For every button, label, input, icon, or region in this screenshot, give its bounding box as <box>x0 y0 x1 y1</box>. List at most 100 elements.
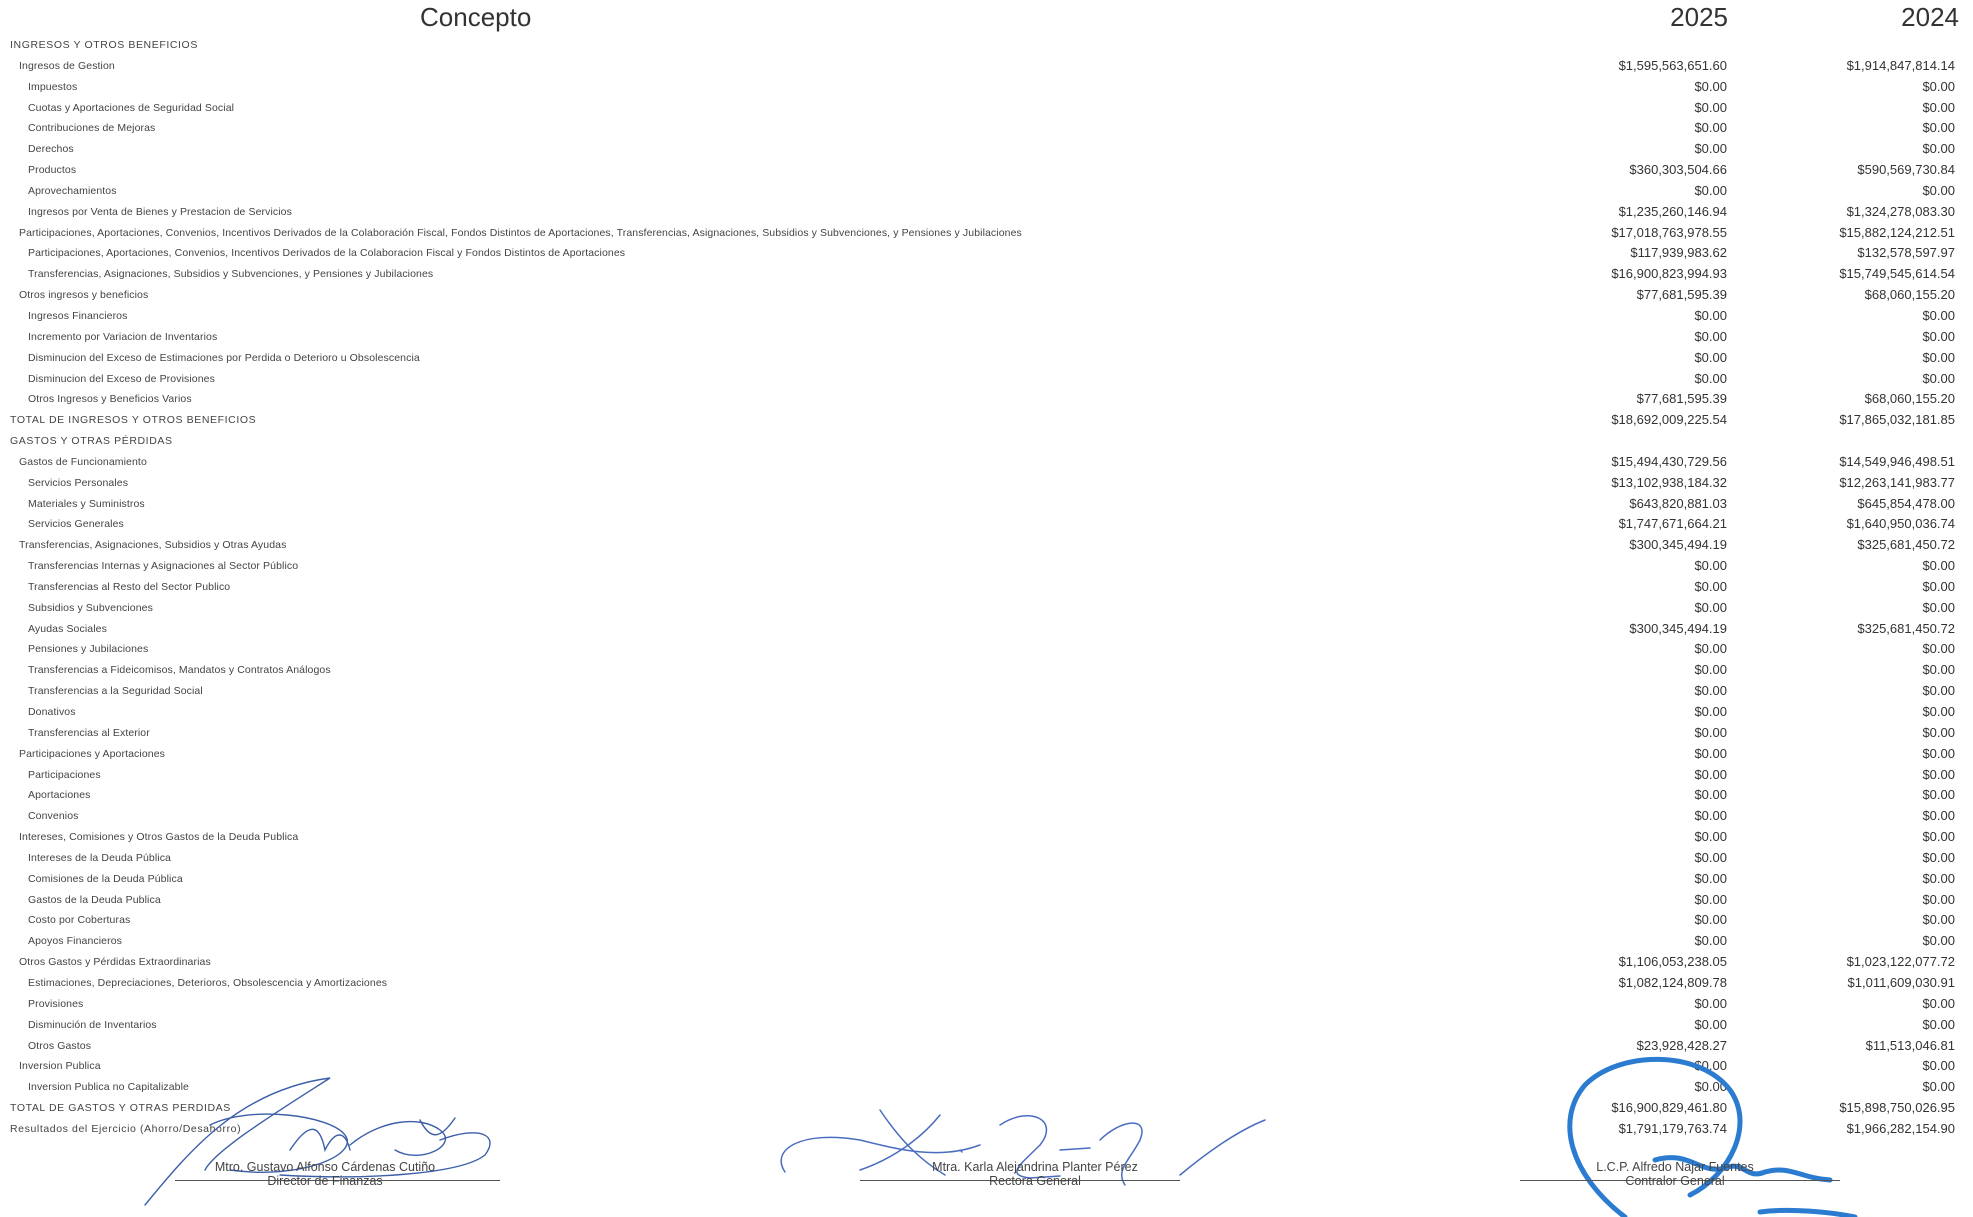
statement-row: Participaciones y Aportaciones $0.00 $0.00 <box>0 745 1973 766</box>
concept-label: Otros Gastos <box>28 1039 92 1052</box>
amount-2024: $0.00 <box>1922 307 1955 323</box>
amount-2025: $0.00 <box>1694 662 1727 678</box>
signatory-title: Director de Finanzas <box>267 1174 383 1188</box>
statement-row: Disminución de Inventarios $0.00 $0.00 <box>0 1016 1973 1037</box>
amount-2025: $0.00 <box>1694 870 1727 886</box>
concept-label: Ingresos por Venta de Bienes y Prestacio… <box>28 205 292 218</box>
amount-2024: $325,681,450.72 <box>1857 537 1955 553</box>
amount-2024: $0.00 <box>1922 683 1955 699</box>
concept-label: TOTAL DE GASTOS Y OTRAS PERDIDAS <box>10 1102 231 1115</box>
concept-label: Materiales y Suministros <box>28 497 145 510</box>
statement-row: Convenios $0.00 $0.00 <box>0 807 1973 828</box>
amount-2024: $1,640,950,036.74 <box>1846 516 1955 532</box>
concept-label: Transferencias a Fideicomisos, Mandatos … <box>28 664 331 677</box>
column-header-concept: Concepto <box>420 2 532 32</box>
statement-row: Resultados del Ejercicio (Ahorro/Desahor… <box>0 1120 1973 1141</box>
amount-2025: $0.00 <box>1694 766 1727 782</box>
concept-label: Servicios Personales <box>28 476 129 489</box>
amount-2025: $0.00 <box>1694 724 1727 740</box>
amount-2025: $117,939,983.62 <box>1630 245 1727 261</box>
concept-label: Productos <box>28 164 77 177</box>
concept-label: Contribuciones de Mejoras <box>28 122 156 135</box>
concept-label: Incremento por Variacion de Inventarios <box>28 330 218 343</box>
amount-2025: $0.00 <box>1694 99 1727 115</box>
amount-2024: $15,882,124,212.51 <box>1839 224 1955 240</box>
concept-label: Disminucion del Exceso de Provisiones <box>28 372 215 385</box>
amount-2025: $0.00 <box>1694 1058 1727 1074</box>
amount-2024: $132,578,597.97 <box>1857 245 1955 261</box>
statement-row: Gastos de la Deuda Publica $0.00 $0.00 <box>0 891 1973 912</box>
concept-label: Apoyos Financieros <box>28 935 123 948</box>
amount-2024: $0.00 <box>1922 724 1955 740</box>
concept-label: Intereses de la Deuda Pública <box>28 851 171 864</box>
signatory-title: Rectora General <box>989 1174 1081 1188</box>
amount-2024: $0.00 <box>1922 787 1955 803</box>
amount-2025: $0.00 <box>1694 849 1727 865</box>
concept-label: Impuestos <box>28 80 78 93</box>
amount-2025: $300,345,494.19 <box>1629 537 1727 553</box>
concept-label: Servicios Generales <box>28 518 124 531</box>
concept-label: Disminución de Inventarios <box>28 1018 157 1031</box>
concept-label: Disminucion del Exceso de Estimaciones p… <box>28 351 420 364</box>
amount-2024: $1,011,609,030.91 <box>1847 974 1955 990</box>
signatory-title: Contralor General <box>1625 1174 1725 1188</box>
amount-2024: $0.00 <box>1922 99 1955 115</box>
amount-2025: $0.00 <box>1694 78 1727 94</box>
amount-2025: $0.00 <box>1694 370 1727 386</box>
amount-2025: $0.00 <box>1694 599 1727 615</box>
statement-row: Transferencias, Asignaciones, Subsidios … <box>0 265 1973 286</box>
concept-label: Gastos de Funcionamiento <box>19 455 147 468</box>
concept-label: Inversion Publica <box>19 1060 101 1073</box>
amount-2024: $0.00 <box>1922 891 1955 907</box>
concept-label: Transferencias, Asignaciones, Subsidios … <box>19 539 287 552</box>
concept-label: Ingresos de Gestion <box>19 59 115 72</box>
amount-2025: $300,345,494.19 <box>1629 620 1727 636</box>
statement-row: Estimaciones, Depreciaciones, Deterioros… <box>0 974 1973 995</box>
amount-2025: $0.00 <box>1694 1079 1727 1095</box>
concept-label: Ingresos Financieros <box>28 309 128 322</box>
amount-2024: $1,966,282,154.90 <box>1846 1120 1955 1136</box>
concept-label: Derechos <box>28 143 74 156</box>
statement-row: Aprovechamientos $0.00 $0.00 <box>0 182 1973 203</box>
amount-2024: $14,549,946,498.51 <box>1839 453 1955 469</box>
amount-2024: $68,060,155.20 <box>1864 287 1955 303</box>
amount-2025: $17,018,763,978.55 <box>1611 224 1727 240</box>
statement-row: Disminucion del Exceso de Estimaciones p… <box>0 349 1973 370</box>
concept-label: Pensiones y Jubilaciones <box>28 643 149 656</box>
concept-label: INGRESOS Y OTROS BENEFICIOS <box>10 39 198 51</box>
signature-block-contralor: L.C.P. Alfredo Najar Fuentes Contralor G… <box>1525 1160 1825 1188</box>
concept-label: Subsidios y Subvenciones <box>28 601 153 614</box>
statement-row: Participaciones, Aportaciones, Convenios… <box>0 244 1973 265</box>
statement-row: Transferencias Internas y Asignaciones a… <box>0 557 1973 578</box>
amount-2025: $1,595,563,651.60 <box>1618 57 1727 73</box>
amount-2025: $0.00 <box>1694 141 1727 157</box>
amount-2024: $0.00 <box>1922 912 1955 928</box>
amount-2024: $15,898,750,026.95 <box>1839 1100 1955 1116</box>
amount-2025: $0.00 <box>1694 349 1727 365</box>
statement-row: Pensiones y Jubilaciones $0.00 $0.00 <box>0 640 1973 661</box>
amount-2025: $0.00 <box>1694 120 1727 136</box>
concept-label: Participaciones, Aportaciones, Convenios… <box>28 247 626 260</box>
amount-2024: $11,513,046.81 <box>1865 1037 1955 1053</box>
statement-row: Apoyos Financieros $0.00 $0.00 <box>0 932 1973 953</box>
amount-2024: $0.00 <box>1922 766 1955 782</box>
concept-label: Participaciones y Aportaciones <box>19 747 165 760</box>
statement-row: Intereses de la Deuda Pública $0.00 $0.00 <box>0 849 1973 870</box>
amount-2025: $1,791,179,763.74 <box>1618 1120 1727 1136</box>
statement-row: Inversion Publica no Capitalizable $0.00 $… <box>0 1078 1973 1099</box>
amount-2025: $1,106,053,238.05 <box>1618 954 1727 970</box>
statement-rows: INGRESOS Y OTROS BENEFICIOS Ingresos de G… <box>0 36 1973 1141</box>
amount-2024: $0.00 <box>1922 1079 1955 1095</box>
amount-2024: $0.00 <box>1922 829 1955 845</box>
amount-2025: $0.00 <box>1694 1016 1727 1032</box>
amount-2025: $0.00 <box>1694 829 1727 845</box>
concept-label: Otros Ingresos y Beneficios Varios <box>28 393 192 406</box>
statement-row: Ingresos Financieros $0.00 $0.00 <box>0 307 1973 328</box>
amount-2024: $1,324,278,083.30 <box>1846 203 1955 219</box>
signatory-name: Mtro. Gustavo Alfonso Cárdenas Cutiño <box>214 1160 436 1174</box>
concept-label: Comisiones de la Deuda Pública <box>28 872 183 885</box>
statement-row: Otros ingresos y beneficios $77,681,595.3… <box>0 286 1973 307</box>
statement-row: Donativos $0.00 $0.00 <box>0 703 1973 724</box>
amount-2024: $12,263,141,983.77 <box>1839 474 1955 490</box>
amount-2024: $0.00 <box>1922 349 1955 365</box>
